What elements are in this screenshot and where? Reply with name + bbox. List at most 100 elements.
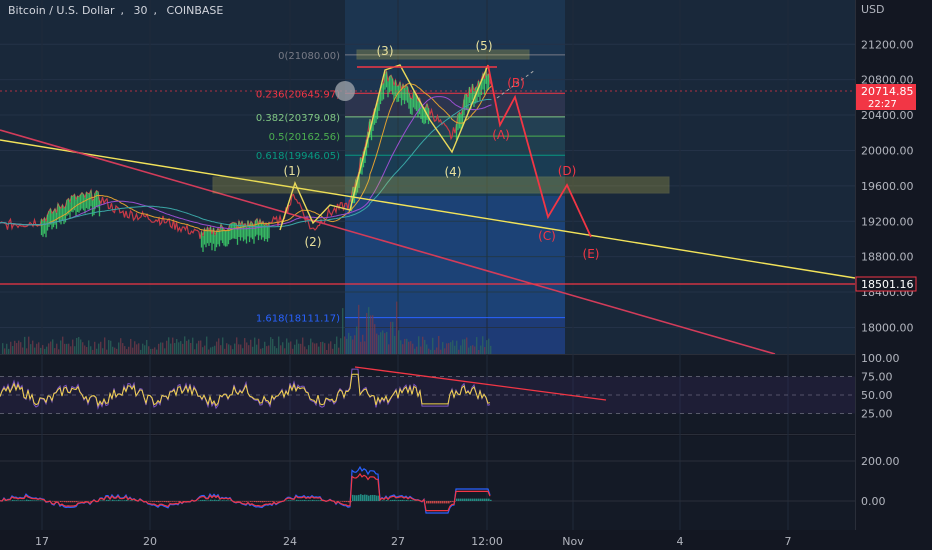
macd-histogram-bar: [152, 501, 154, 502]
volume-bar: [256, 344, 258, 354]
volume-bar: [116, 348, 118, 354]
rsi-tick-label: 25.00: [861, 408, 893, 421]
volume-bar: [420, 346, 422, 354]
volume-bar: [390, 321, 392, 354]
volume-bar: [454, 345, 456, 354]
volume-bar: [156, 349, 158, 354]
volume-bar: [296, 339, 298, 354]
macd-histogram-bar: [482, 498, 484, 501]
macd-histogram-bar: [32, 500, 34, 501]
volume-bar: [80, 339, 82, 354]
volume-bar: [438, 336, 440, 354]
macd-histogram-bar: [342, 501, 344, 502]
volume-bar: [248, 345, 250, 354]
volume-bar: [250, 339, 252, 354]
volume-bar: [168, 337, 170, 354]
volume-bar: [100, 341, 102, 354]
volume-bar: [132, 347, 134, 354]
macd-histogram-bar: [214, 499, 216, 501]
macd-histogram-bar: [100, 500, 102, 501]
volume-bar: [276, 348, 278, 354]
macd-histogram-bar: [462, 498, 464, 501]
volume-bar: [32, 340, 34, 354]
chart-canvas[interactable]: 0(21080.00) 0.236(20645.97) 0.382(20379.08…: [0, 0, 932, 550]
y-tick-label: 21200.00: [861, 38, 914, 51]
chart-title: Bitcoin / U.S. Dollar, 30, COINBASE: [8, 4, 224, 17]
volume-bar: [468, 347, 470, 354]
volume-bar: [442, 342, 444, 354]
volume-bar: [464, 339, 466, 354]
volume-bar: [204, 345, 206, 354]
volume-bar: [46, 346, 48, 354]
volume-bar: [358, 304, 360, 354]
macd-histogram-bar: [276, 501, 278, 502]
macd-histogram-bar: [176, 501, 178, 502]
volume-bar: [188, 339, 190, 354]
volume-bar: [342, 308, 344, 354]
chart-window: Bitcoin / U.S. Dollar, 30, COINBASE 0(21…: [0, 0, 932, 550]
macd-histogram-bar: [316, 500, 318, 501]
volume-bar: [92, 349, 94, 354]
volume-bar: [478, 349, 480, 354]
macd-histogram-bar: [262, 501, 264, 503]
volume-bar: [364, 341, 366, 354]
volume-bar: [396, 301, 398, 354]
macd-histogram-bar: [52, 501, 54, 502]
macd-histogram-bar: [168, 501, 170, 503]
volume-bar: [214, 345, 216, 354]
volume-bar: [308, 345, 310, 354]
macd-histogram-bar: [266, 501, 268, 502]
macd-histogram-bar: [170, 501, 172, 502]
macd-histogram-bar: [308, 500, 310, 501]
macd-histogram-bar: [16, 500, 18, 501]
macd-histogram-bar: [28, 500, 30, 501]
macd-histogram-bar: [258, 501, 260, 503]
volume-bar: [412, 343, 414, 354]
volume-bar: [350, 335, 352, 354]
macd-histogram-bar: [476, 498, 478, 501]
macd-histogram-bar: [198, 500, 200, 501]
macd-histogram-bar: [358, 494, 360, 501]
volume-bar: [322, 341, 324, 354]
volume-bar: [374, 324, 376, 354]
volume-bar: [474, 346, 476, 354]
macd-histogram-bar: [204, 499, 206, 501]
volume-bar: [40, 347, 42, 354]
volume-bar: [184, 336, 186, 354]
volume-bar: [4, 348, 6, 354]
volume-bar: [86, 346, 88, 354]
volume-bar: [234, 343, 236, 354]
volume-bar: [42, 345, 44, 354]
resistance-box: [212, 176, 670, 194]
macd-histogram-bar: [344, 501, 346, 502]
macd-histogram-bar: [432, 501, 434, 504]
macd-histogram-bar: [390, 500, 392, 501]
macd-histogram-bar: [456, 498, 458, 501]
volume-bar: [460, 345, 462, 354]
volume-bar: [96, 348, 98, 354]
volume-bar: [398, 330, 400, 354]
volume-bar: [148, 346, 150, 354]
macd-histogram-bar: [356, 495, 358, 501]
volume-bar: [312, 342, 314, 354]
volume-bar: [226, 343, 228, 354]
volume-bar: [68, 343, 70, 354]
macd-histogram-bar: [448, 501, 450, 504]
volume-bar: [34, 347, 36, 354]
volume-bar: [450, 342, 452, 354]
macd-histogram-bar: [14, 500, 16, 501]
macd-histogram-bar: [164, 501, 166, 503]
volume-bar: [282, 342, 284, 354]
macd-histogram-bar: [296, 499, 298, 501]
volume-bar: [334, 343, 336, 354]
volume-bar: [240, 344, 242, 354]
macd-histogram-bar: [26, 499, 28, 501]
macd-histogram-bar: [450, 501, 452, 503]
macd-histogram-bar: [162, 501, 164, 502]
volume-bar: [22, 347, 24, 354]
wave-label: (2): [305, 235, 322, 249]
volume-bar: [222, 337, 224, 354]
x-tick-label: 4: [677, 535, 684, 548]
volume-bar: [158, 343, 160, 354]
volume-bar: [376, 333, 378, 354]
